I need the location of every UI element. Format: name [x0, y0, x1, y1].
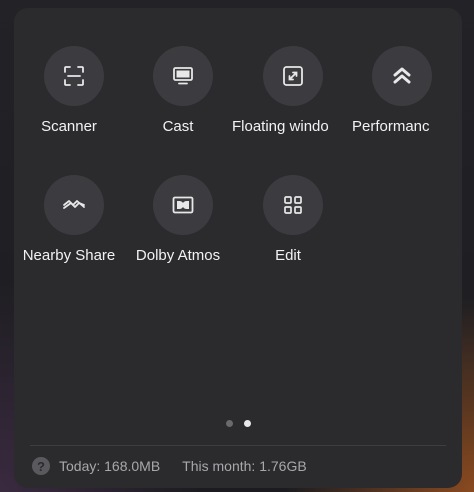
tile-label-scanner: Scanner — [41, 118, 97, 135]
data-usage-month: This month: 1.76GB — [182, 458, 307, 474]
tile-edit[interactable]: Edit — [233, 175, 343, 285]
tile-dolby-atmos[interactable]: Dolby Atmos — [123, 175, 233, 285]
edit-button[interactable] — [263, 175, 323, 235]
cast-button[interactable] — [153, 46, 213, 106]
tile-label-floating-window: Floating windo — [232, 118, 329, 135]
tile-label-edit: Edit — [275, 247, 301, 264]
cast-icon — [173, 67, 193, 85]
page-indicator — [14, 420, 462, 427]
tile-scanner[interactable]: Scanner — [14, 46, 124, 156]
tile-nearby-share[interactable]: Nearby Share — [14, 175, 124, 285]
page-dot-2-active[interactable] — [243, 420, 251, 427]
nearby-share-icon — [63, 200, 85, 209]
performance-icon — [393, 67, 411, 84]
performance-button[interactable] — [372, 46, 432, 106]
page-dot-1[interactable] — [225, 420, 233, 427]
tile-label-nearby-share: Nearby Share — [22, 247, 116, 264]
tile-label-cast: Cast — [162, 118, 194, 135]
divider — [30, 445, 446, 446]
data-usage-today: Today: 168.0MB — [59, 458, 161, 474]
tile-performance[interactable]: Performanc — [342, 46, 452, 156]
tile-floating-window[interactable]: Floating windo — [232, 46, 343, 156]
tile-cast[interactable]: Cast — [123, 46, 233, 156]
dolby-atmos-icon — [172, 196, 194, 214]
scanner-icon — [64, 66, 84, 86]
edit-grid-icon — [284, 196, 302, 214]
data-usage-footer[interactable]: ? Today: 168.0MB This month: 1.76GB — [32, 456, 307, 476]
dolby-atmos-button[interactable] — [153, 175, 213, 235]
tile-label-dolby-atmos: Dolby Atmos — [135, 247, 221, 264]
scanner-button[interactable] — [44, 46, 104, 106]
tile-label-performance: Performanc — [352, 118, 430, 135]
floating-window-icon — [283, 66, 303, 86]
help-icon[interactable]: ? — [32, 457, 50, 475]
floating-window-button[interactable] — [263, 46, 323, 106]
quick-settings-panel: Scanner Cast Floating windo Performanc N… — [14, 8, 462, 488]
nearby-share-button[interactable] — [44, 175, 104, 235]
